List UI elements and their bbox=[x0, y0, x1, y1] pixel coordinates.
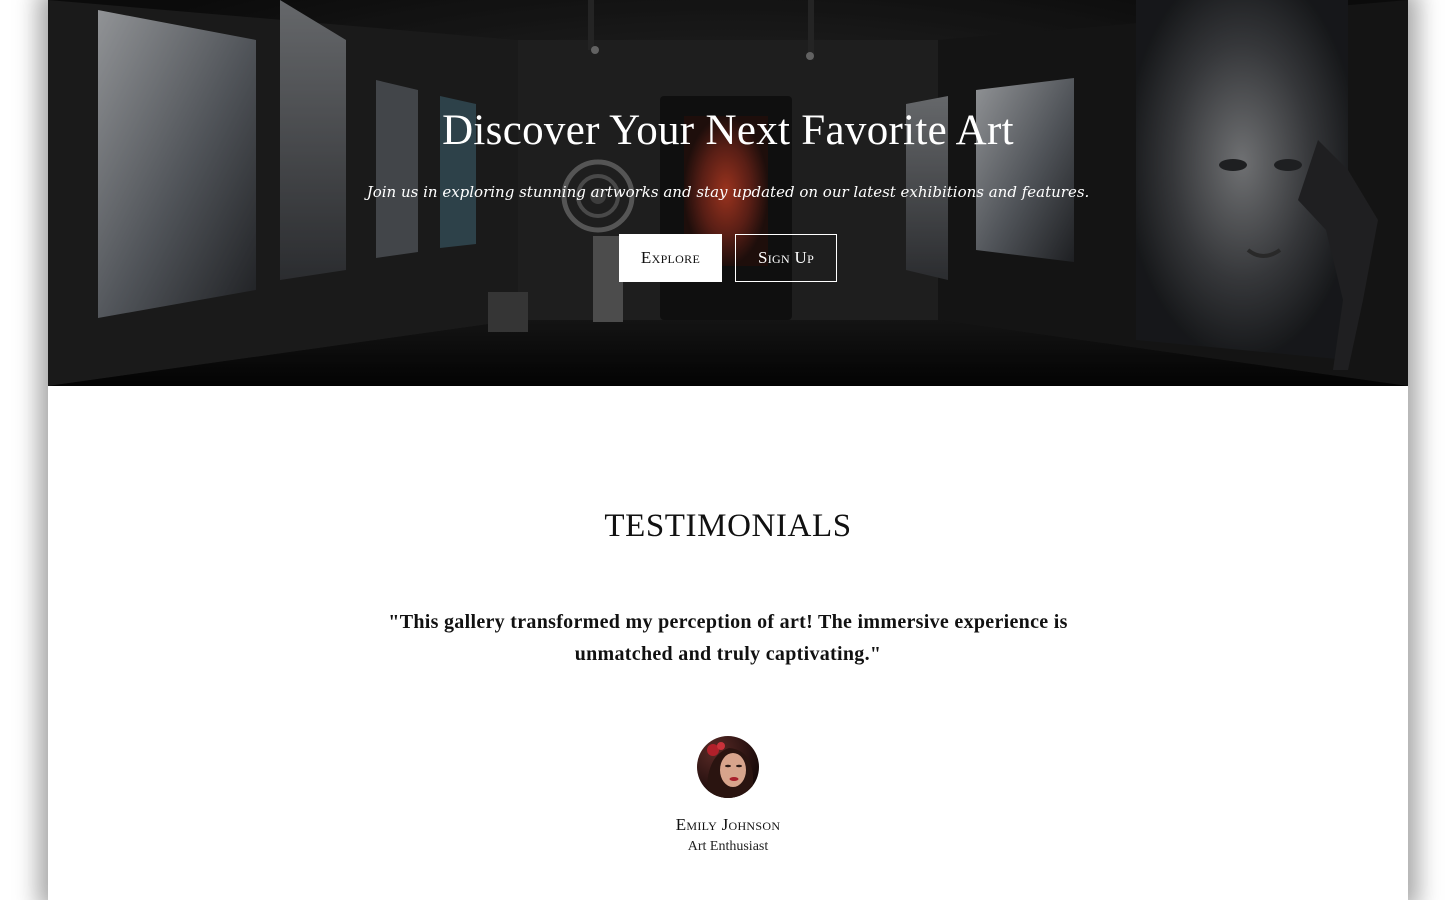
hero-subtitle: Join us in exploring stunning artworks a… bbox=[366, 183, 1090, 201]
testimonial-author-name: Emily Johnson bbox=[675, 815, 781, 834]
testimonials-heading: TESTIMONIALS bbox=[604, 508, 852, 544]
sign-up-button[interactable]: Sign Up bbox=[735, 234, 837, 282]
testimonial-author-role: Art Enthusiast bbox=[687, 839, 769, 854]
avatar bbox=[697, 736, 759, 798]
explore-button[interactable]: Explore bbox=[619, 234, 722, 282]
hero-title: Discover Your Next Favorite Art bbox=[442, 107, 1014, 154]
avatar-image bbox=[697, 736, 759, 798]
testimonial-quote: "This gallery transformed my perception … bbox=[388, 611, 1068, 665]
hero-section: Discover Your Next Favorite Art Join us … bbox=[48, 0, 1408, 386]
